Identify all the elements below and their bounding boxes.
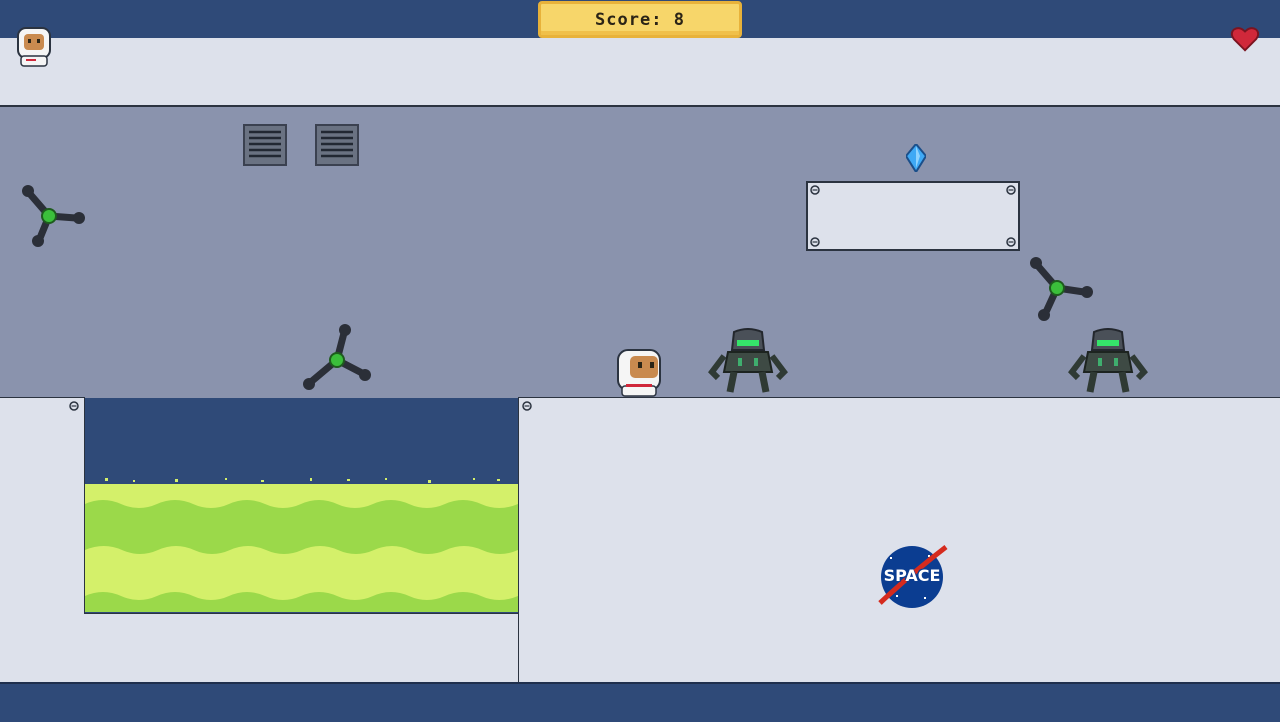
floating-platform xyxy=(806,181,1020,251)
spinning-drone-enemy xyxy=(303,324,371,390)
ceiling-wall xyxy=(0,38,1280,107)
bolt-icon xyxy=(1006,237,1016,247)
heart-icon xyxy=(1230,27,1260,52)
vent-grate xyxy=(243,124,287,166)
alien-robot-enemy xyxy=(1068,328,1148,393)
vent-grate xyxy=(315,124,359,166)
crystal-gem xyxy=(906,144,926,172)
player-astronaut xyxy=(617,349,661,397)
spinning-drone-enemy xyxy=(22,185,85,247)
bolt-icon xyxy=(1006,185,1016,195)
pit-bottom-floor xyxy=(84,613,518,683)
floor-right-platform xyxy=(518,397,1280,683)
bolt-icon xyxy=(810,185,820,195)
bolt-icon xyxy=(810,237,820,247)
acid-pool xyxy=(85,478,518,612)
bolt-icon xyxy=(69,401,79,411)
alien-robot-enemy xyxy=(708,328,788,393)
bolt-icon xyxy=(522,401,532,411)
astronaut-head-icon xyxy=(17,27,51,67)
bottom-bar xyxy=(0,682,1280,722)
spinning-drone-enemy xyxy=(1030,257,1093,321)
floor-left-platform xyxy=(0,397,85,683)
emblem-text: SPACE xyxy=(883,566,941,585)
score-text: Score: 8 xyxy=(595,9,685,30)
score-display: Score: 8 xyxy=(538,1,742,38)
space-emblem: SPACE xyxy=(876,543,948,611)
